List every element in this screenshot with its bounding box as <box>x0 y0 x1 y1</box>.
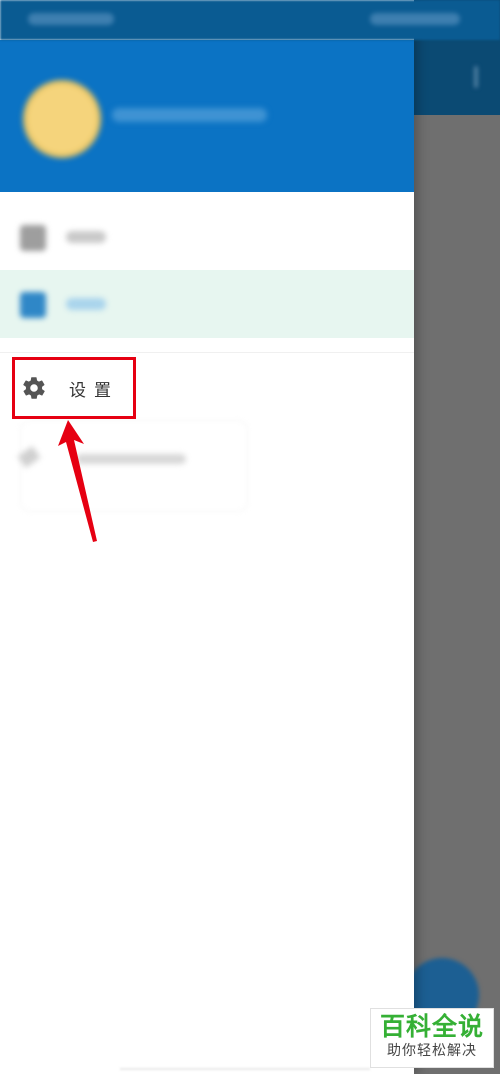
drawer-item-settings[interactable]: 设置 <box>12 357 136 419</box>
drawer-item-2-label <box>66 298 106 310</box>
avatar[interactable] <box>23 80 101 158</box>
drawer-header <box>0 40 414 192</box>
status-bar-icons <box>370 13 460 25</box>
watermark-title: 百科全说 <box>379 1012 484 1041</box>
status-bar-time <box>28 13 114 25</box>
drawer-item-1-label <box>66 231 106 243</box>
overflow-menu-icon[interactable] <box>474 66 478 88</box>
main-content-scrim[interactable] <box>410 0 500 1074</box>
drawer-item-2-selected[interactable] <box>0 270 414 338</box>
watermark-subtitle: 助你轻松解决 <box>387 1043 477 1059</box>
drawer-divider <box>0 352 414 353</box>
bottom-divider <box>120 1068 370 1070</box>
arrow-up-icon <box>58 420 97 542</box>
link-icon <box>17 446 41 468</box>
app-screen: 设置 百科全说 助你轻松解决 <box>0 0 500 1074</box>
drawer-item-1-icon <box>20 225 46 251</box>
account-name <box>112 108 267 122</box>
gear-icon <box>21 375 47 401</box>
watermark: 百科全说 助你轻松解决 <box>370 1008 494 1068</box>
drawer-item-2-icon <box>20 292 46 318</box>
drawer-item-1[interactable] <box>0 203 414 271</box>
settings-label: 设置 <box>69 380 119 401</box>
status-bar <box>0 0 500 40</box>
